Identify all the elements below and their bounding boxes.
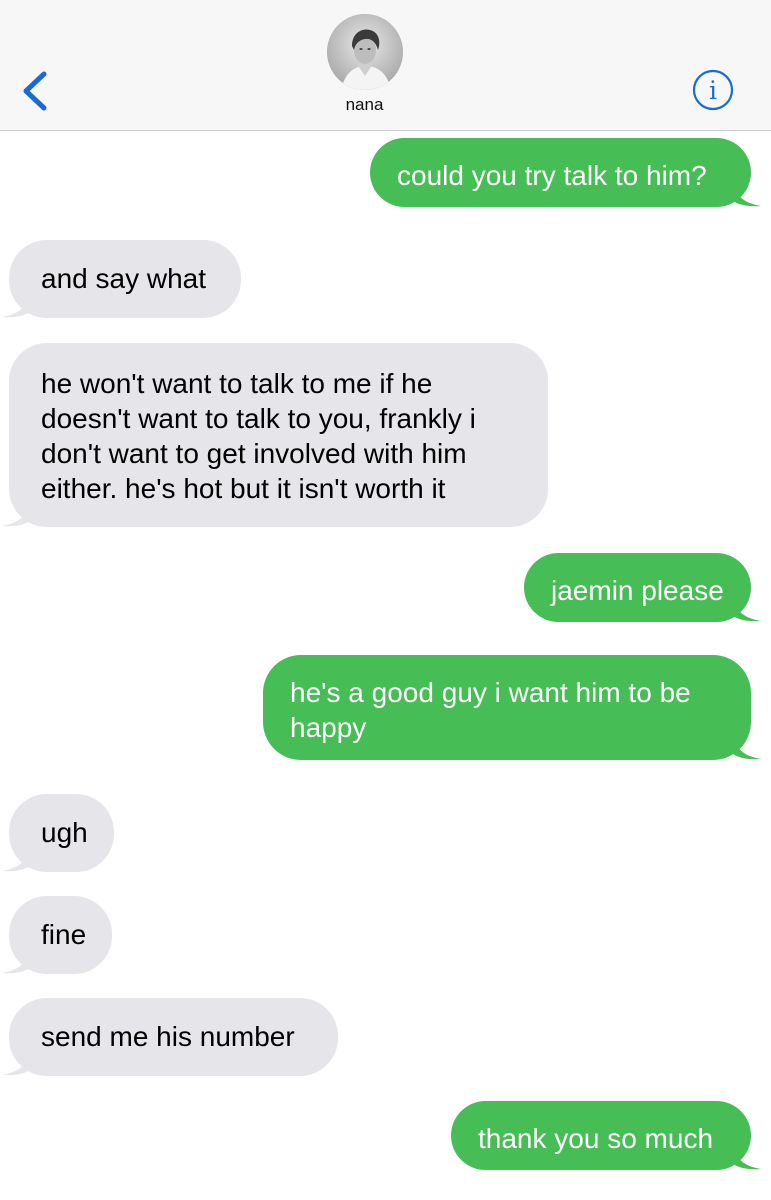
incoming-bubble[interactable]: and say what (2, 240, 241, 318)
incoming-bubble[interactable]: ugh (2, 794, 114, 872)
contact-photo (327, 14, 403, 90)
message-text: jaemin please (551, 575, 724, 606)
message-text: send me his number (41, 1021, 295, 1052)
svg-text:i: i (709, 76, 717, 105)
bubble-tail (2, 948, 30, 974)
outgoing-bubble[interactable]: he's a good guy i want him to be happy (263, 655, 761, 760)
message-row: could you try talk to him? (370, 138, 761, 207)
message-text: fine (41, 919, 87, 950)
message-thread[interactable]: could you try talk to him? and say what … (0, 131, 771, 1200)
contact-name[interactable]: nana (0, 95, 729, 115)
incoming-bubble[interactable]: send me his number (2, 998, 338, 1076)
message-line: he's a good guy i want him to be (290, 677, 691, 708)
message-text: thank you so much (478, 1123, 714, 1154)
incoming-bubble[interactable]: he won't want to talk to me if he doesn'… (2, 343, 548, 527)
message-line: happy (290, 712, 367, 743)
outgoing-bubble[interactable]: jaemin please (524, 553, 761, 622)
message-row: send me his number (2, 998, 338, 1076)
message-line: either. he's hot but it isn't worth it (41, 473, 446, 504)
message-text: could you try talk to him? (397, 160, 707, 191)
incoming-bubble[interactable]: fine (2, 896, 112, 974)
outgoing-bubble[interactable]: could you try talk to him? (370, 138, 761, 207)
message-row: jaemin please (524, 553, 761, 622)
message-row: he won't want to talk to me if he doesn'… (2, 343, 548, 527)
info-button[interactable]: i (691, 68, 735, 112)
bubble-tail (733, 181, 761, 207)
message-row: fine (2, 896, 112, 974)
bubble-tail (2, 1050, 30, 1076)
bubble-tail (733, 596, 761, 622)
message-row: thank you so much (451, 1101, 761, 1170)
outgoing-bubble[interactable]: thank you so much (451, 1101, 761, 1170)
bubble-tail (2, 292, 30, 318)
conversation-header: nana i (0, 0, 771, 131)
message-line: doesn't want to talk to you, frankly i (41, 403, 476, 434)
message-row: and say what (2, 240, 241, 318)
bubble-tail (2, 501, 30, 527)
message-row: he's a good guy i want him to be happy (263, 655, 761, 760)
avatar[interactable] (327, 14, 403, 90)
message-text: and say what (41, 263, 206, 294)
bubble-tail (733, 734, 761, 760)
message-line: don't want to get involved with him (41, 438, 467, 469)
message-line: he won't want to talk to me if he (41, 368, 433, 399)
bubble-tail (2, 846, 30, 872)
bubble-tail (733, 1144, 761, 1170)
info-circle-icon: i (692, 69, 734, 111)
message-text: ugh (41, 817, 88, 848)
message-row: ugh (2, 794, 114, 872)
